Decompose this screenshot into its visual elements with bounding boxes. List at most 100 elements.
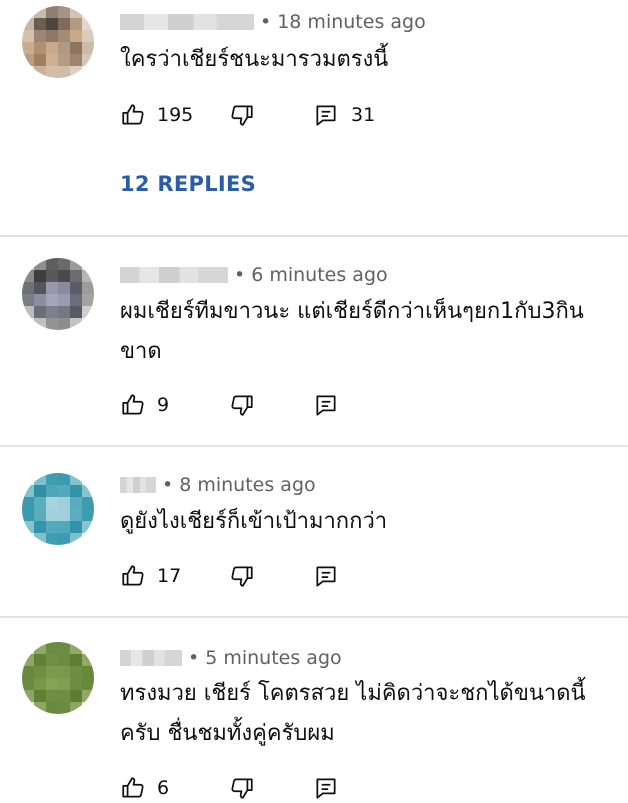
avatar-pixel (58, 270, 70, 282)
avatar-pixel (58, 509, 70, 521)
thumbs-down-icon[interactable] (229, 392, 255, 418)
avatar-pixel (58, 690, 70, 702)
avatar-pixel (58, 66, 70, 78)
avatar-pixel (46, 497, 58, 509)
thumbs-down-icon[interactable] (229, 775, 255, 801)
like-count: 195 (157, 104, 194, 126)
avatar-pixel (70, 294, 82, 306)
avatar-pixel (22, 66, 34, 78)
comment-meta: • 6 minutes ago (120, 263, 388, 287)
reply-icon[interactable] (313, 392, 339, 418)
avatar[interactable] (22, 642, 94, 714)
avatar-pixel (82, 690, 94, 702)
avatar-pixel (22, 485, 34, 497)
avatar-pixel (22, 533, 34, 545)
avatar-pixel (22, 666, 34, 678)
avatar-pixel (58, 485, 70, 497)
avatar-pixel (46, 18, 58, 30)
avatar-pixel (82, 521, 94, 533)
avatar[interactable] (22, 258, 94, 330)
avatar-pixel (70, 533, 82, 545)
avatar-pixel (46, 509, 58, 521)
avatar[interactable] (22, 473, 94, 545)
avatar-pixel (46, 318, 58, 330)
avatar-pixel (34, 678, 46, 690)
avatar[interactable] (22, 6, 94, 78)
thumbs-up-icon[interactable] (120, 775, 146, 801)
author-name-blurred[interactable] (120, 650, 182, 666)
avatar-pixel (34, 282, 46, 294)
avatar-pixel (82, 473, 94, 485)
avatar-pixel (58, 30, 70, 42)
avatar-pixel (46, 42, 58, 54)
avatar-pixel (34, 18, 46, 30)
avatar-pixel (82, 642, 94, 654)
avatar-pixel (46, 294, 58, 306)
avatar-pixel (58, 42, 70, 54)
avatar-pixel (82, 294, 94, 306)
avatar-pixel (22, 54, 34, 66)
avatar-pixel (22, 521, 34, 533)
avatar-pixel (82, 678, 94, 690)
avatar-pixel (82, 30, 94, 42)
thumbs-up-icon[interactable] (120, 563, 146, 589)
avatar-pixel (46, 306, 58, 318)
avatar-pixel (82, 318, 94, 330)
avatar-pixel (82, 42, 94, 54)
avatar-pixel (70, 678, 82, 690)
avatar-pixel (58, 654, 70, 666)
avatar-pixel (46, 642, 58, 654)
avatar-pixel (22, 6, 34, 18)
avatar-pixel (82, 485, 94, 497)
divider (0, 235, 628, 237)
avatar-pixel (22, 30, 34, 42)
avatar-pixel (34, 258, 46, 270)
avatar-pixel (34, 270, 46, 282)
comment-actions: 195 31 (120, 100, 375, 130)
avatar-pixel (22, 654, 34, 666)
author-name-blurred[interactable] (120, 14, 254, 30)
avatar-pixel (46, 690, 58, 702)
avatar-pixel (58, 533, 70, 545)
comment-meta: • 8 minutes ago (120, 473, 316, 497)
avatar-pixel (70, 509, 82, 521)
reply-icon[interactable] (313, 563, 339, 589)
thumbs-down-icon[interactable] (229, 102, 255, 128)
avatar-pixel (34, 702, 46, 714)
thumbs-down-icon[interactable] (229, 563, 255, 589)
avatar-pixel (82, 509, 94, 521)
avatar-pixel (22, 294, 34, 306)
avatar-pixel (58, 294, 70, 306)
avatar-pixel (34, 485, 46, 497)
comment-text: ทรงมวย เชียร์ โคตรสวย ไม่คิดว่าจะชกได้ขน… (120, 681, 586, 746)
comment-actions: 17 (120, 561, 339, 591)
avatar-pixel (46, 702, 58, 714)
comment-time: 6 minutes ago (251, 264, 388, 286)
avatar-pixel (46, 473, 58, 485)
avatar-pixel (22, 318, 34, 330)
avatar-pixel (46, 678, 58, 690)
avatar-pixel (70, 30, 82, 42)
avatar-pixel (22, 702, 34, 714)
avatar-pixel (22, 282, 34, 294)
avatar-pixel (70, 258, 82, 270)
reply-icon[interactable] (313, 102, 339, 128)
comment-actions: 9 (120, 390, 339, 420)
avatar-pixel (82, 654, 94, 666)
like-count: 17 (157, 565, 182, 587)
comment-time: 8 minutes ago (179, 474, 316, 496)
avatar-pixel (34, 294, 46, 306)
author-name-blurred[interactable] (120, 477, 156, 493)
reply-icon[interactable] (313, 775, 339, 801)
view-replies-button[interactable]: 12 REPLIES (120, 172, 256, 196)
like-count: 9 (157, 394, 170, 416)
thumbs-up-icon[interactable] (120, 102, 146, 128)
avatar-pixel (34, 42, 46, 54)
avatar-pixel (70, 306, 82, 318)
avatar-pixel (58, 282, 70, 294)
avatar-pixel (34, 30, 46, 42)
thumbs-up-icon[interactable] (120, 392, 146, 418)
author-name-blurred[interactable] (120, 267, 228, 283)
avatar-pixel (82, 270, 94, 282)
avatar-pixel (82, 533, 94, 545)
